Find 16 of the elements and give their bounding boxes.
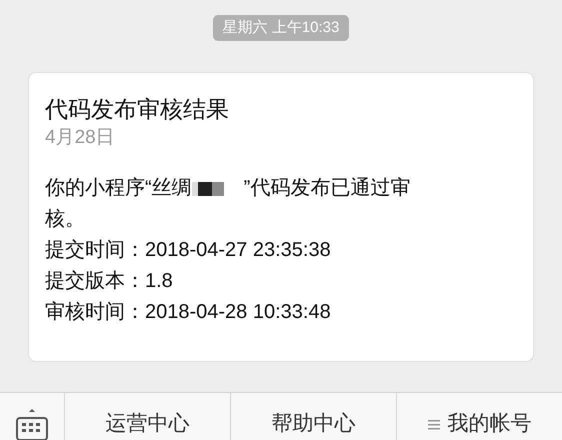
message-text: 你的小程序“丝绸 (45, 176, 192, 201)
card-date: 4月28日 (45, 126, 115, 150)
menu-button[interactable]: 帮助中心 (231, 393, 397, 440)
redaction-icon (192, 182, 224, 196)
message-text: 核。 (45, 207, 85, 232)
menu-button[interactable]: 我的帐号 (397, 393, 562, 440)
card-title: 代码发布审核结果 (45, 95, 229, 124)
detail-value: 2018-04-27 23:35:38 (145, 238, 331, 263)
detail-value: 2018-04-28 10:33:48 (145, 300, 331, 325)
message-text: ”代码发布已通过审 (244, 176, 410, 201)
detail-label: 提交时间： (45, 238, 145, 263)
menu-button[interactable]: 运营中心 (65, 393, 231, 440)
detail-label: 提交版本： (45, 269, 145, 294)
timestamp: 星期六 上午10:33 (212, 15, 350, 41)
detail-value: 1.8 (145, 269, 173, 294)
detail-label: 审核时间： (45, 300, 145, 325)
